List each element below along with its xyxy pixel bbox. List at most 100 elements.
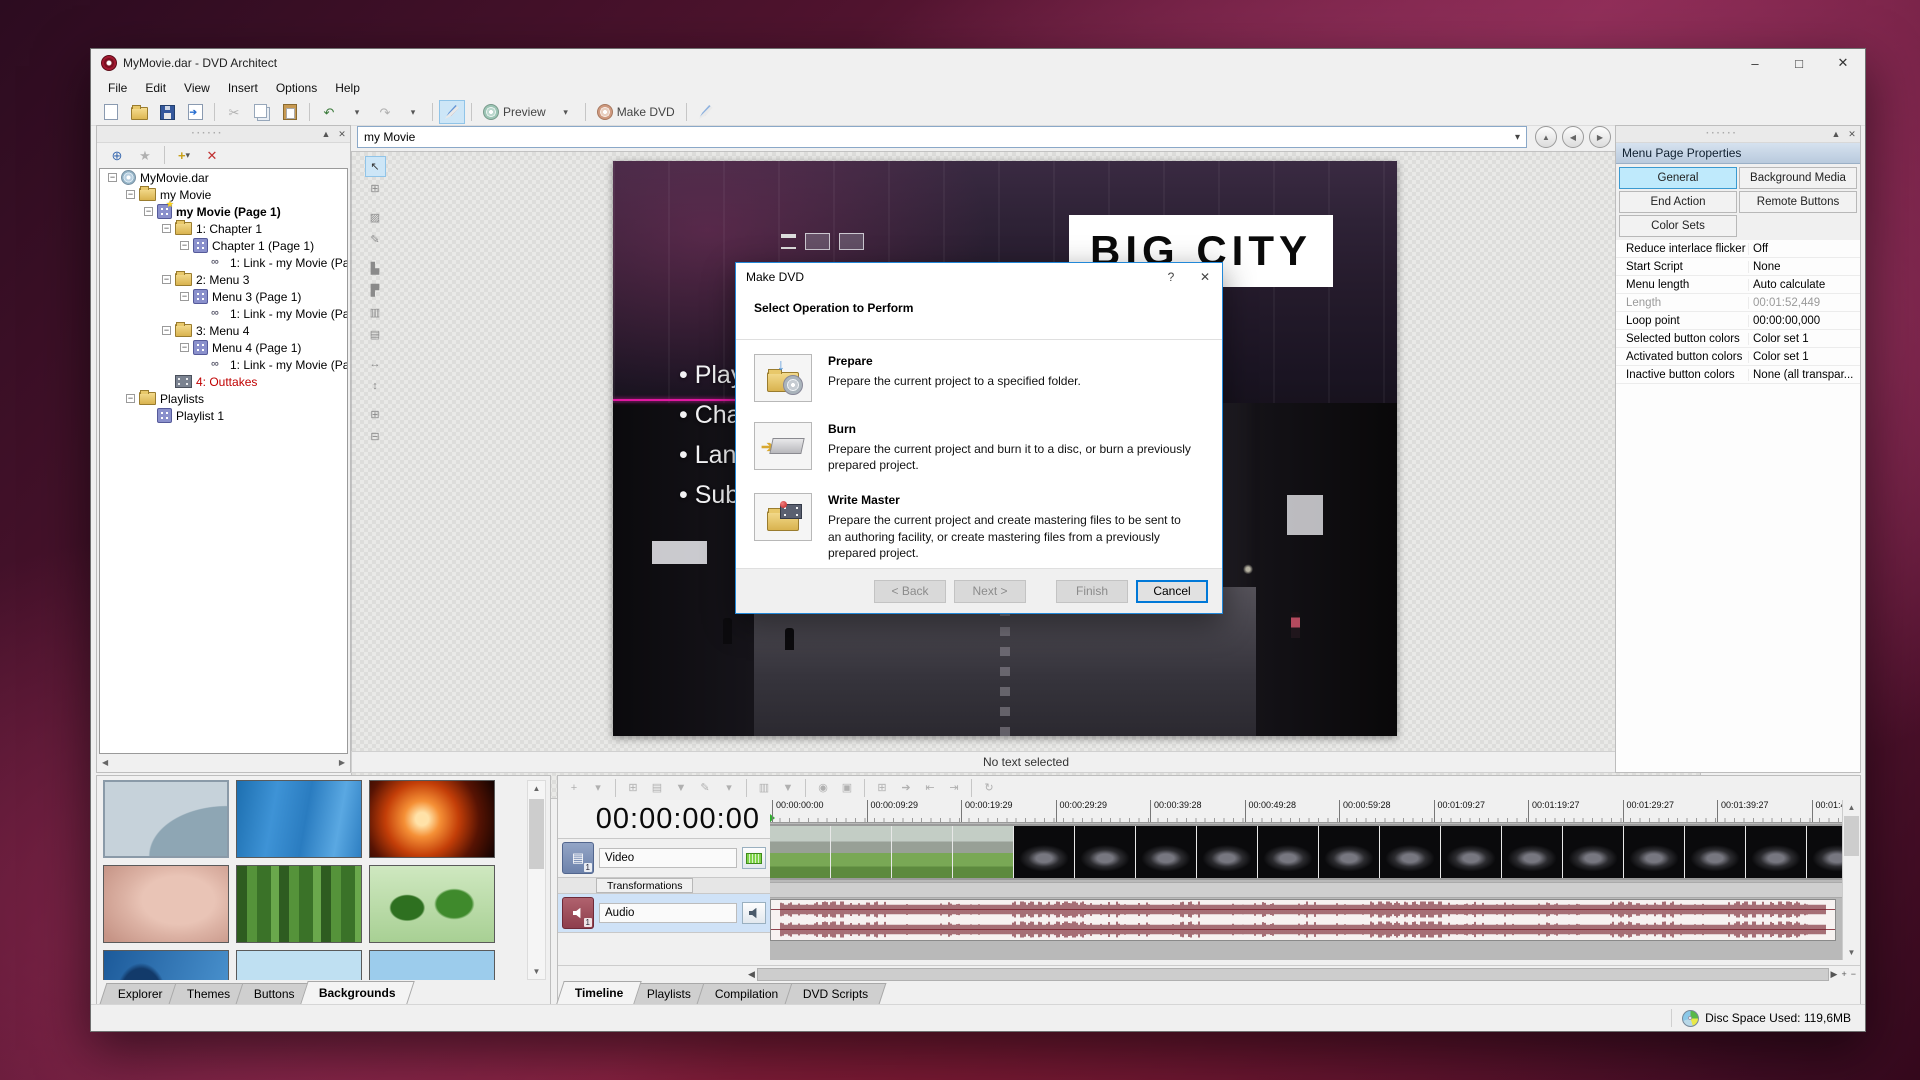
property-row[interactable]: Selected button colorsColor set 1 [1616, 330, 1860, 348]
audio-track-lane[interactable] [770, 898, 1842, 940]
pen-dropdown[interactable]: ▾ [718, 776, 740, 800]
tree-item[interactable]: −my Movie [100, 186, 347, 203]
tree-expander[interactable]: − [162, 275, 171, 284]
make-folder-button[interactable]: ▤ [646, 776, 668, 800]
undo-button[interactable]: ↶ [316, 100, 342, 124]
space-down-tool[interactable]: ⊟ [365, 426, 386, 447]
property-row[interactable]: Activated button colorsColor set 1 [1616, 348, 1860, 366]
properties-tab-remote-buttons[interactable]: Remote Buttons [1739, 191, 1857, 213]
snap-toggle[interactable]: ⊞ [622, 776, 644, 800]
tree-item[interactable]: −Chapter 1 (Page 1) [100, 237, 347, 254]
redo-button[interactable]: ↷ [372, 100, 398, 124]
video-track-button[interactable] [742, 847, 766, 869]
scroll-left-icon[interactable]: ◀ [748, 970, 755, 979]
audio-mute-button[interactable] [742, 902, 766, 924]
cancel-button[interactable]: Cancel [1136, 580, 1208, 603]
scroll-up-icon[interactable]: ▲ [528, 781, 545, 796]
scroll-right-icon[interactable]: ▶ [339, 758, 345, 767]
scrollbar-thumb[interactable] [1844, 816, 1859, 856]
capture-button[interactable]: ▣ [836, 776, 858, 800]
property-value[interactable]: None [1748, 261, 1860, 273]
pen-tool-button[interactable]: ✎ [694, 776, 716, 800]
background-thumbnail[interactable] [236, 865, 362, 943]
panel-grip[interactable]: ······ ▲ ✕ [1616, 126, 1860, 143]
properties-tab-background-media[interactable]: Background Media [1739, 167, 1857, 189]
panel-pin-button[interactable]: ▲ [318, 129, 334, 139]
tree-item[interactable]: Playlist 1 [100, 407, 347, 424]
undo-dropdown[interactable]: ▾ [344, 100, 370, 124]
panel-close-button[interactable]: ✕ [1844, 129, 1860, 140]
property-row[interactable]: Loop point00:00:00,000 [1616, 312, 1860, 330]
preview-dropdown[interactable]: ▾ [553, 100, 579, 124]
size-width-tool[interactable]: ↔ [365, 353, 386, 374]
cut-button[interactable]: ✂ [221, 100, 247, 124]
menu-button-text[interactable]: • Lan [679, 441, 743, 470]
property-row[interactable]: Start ScriptNone [1616, 258, 1860, 276]
properties-tab-general[interactable]: General [1619, 167, 1737, 189]
tree-expander[interactable]: − [108, 173, 117, 182]
scrollbar-thumb[interactable] [757, 968, 1829, 981]
tree-item[interactable]: −MyMovie.dar [100, 169, 347, 186]
add-media-dropdown[interactable]: ▾ [587, 776, 609, 800]
panel-pin-button[interactable]: ▲ [1828, 129, 1844, 139]
background-thumbnail[interactable] [103, 865, 229, 943]
align-left-tool[interactable]: ▙ [365, 258, 386, 279]
property-row[interactable]: Menu lengthAuto calculate [1616, 276, 1860, 294]
project-properties-button[interactable] [182, 100, 208, 124]
dialog-option-prepare[interactable]: ↓PreparePrepare the current project to a… [736, 340, 1222, 408]
space-across-tool[interactable]: ⊞ [365, 404, 386, 425]
tree-expander[interactable]: − [180, 292, 189, 301]
media-vertical-scrollbar[interactable]: ▲ ▼ [527, 780, 546, 980]
delete-item-button[interactable]: ✕ [199, 143, 225, 167]
refresh-button[interactable]: ↻ [978, 776, 1000, 800]
tree-item[interactable]: −Menu 4 (Page 1) [100, 339, 347, 356]
background-thumbnail[interactable] [103, 950, 229, 980]
property-row[interactable]: Reduce interlace flickerOff [1616, 240, 1860, 258]
video-track-header[interactable]: ▤1 Video [558, 839, 770, 878]
dialog-option-write-master[interactable]: Write MasterPrepare the current project … [736, 479, 1222, 567]
tree-item[interactable]: ∞1: Link - my Movie (Pag [100, 305, 347, 322]
maximize-button[interactable]: □ [1777, 49, 1821, 77]
scroll-down-icon[interactable]: ▼ [1843, 945, 1860, 960]
tree-item[interactable]: −Menu 3 (Page 1) [100, 288, 347, 305]
menu-item-view[interactable]: View [175, 79, 219, 97]
nav-back-button[interactable]: ◀ [1562, 126, 1584, 148]
add-media-button[interactable]: + [563, 776, 585, 800]
tree-expander[interactable]: − [144, 207, 153, 216]
selection-tool[interactable]: ↖ [365, 156, 386, 177]
tree-expander[interactable]: − [180, 343, 189, 352]
scroll-right-icon[interactable]: ▶ [1831, 970, 1838, 979]
property-value[interactable]: 00:00:00,000 [1748, 315, 1860, 327]
menu-item-help[interactable]: Help [326, 79, 369, 97]
tree-item[interactable]: ∞1: Link - my Movie (Pag [100, 356, 347, 373]
align-center-v-tool[interactable]: ▤ [365, 324, 386, 345]
nav-forward-button[interactable]: ▶ [1589, 126, 1611, 148]
property-value[interactable]: Color set 1 [1748, 333, 1860, 345]
tree-item[interactable]: −Playlists [100, 390, 347, 407]
properties-tab-color-sets[interactable]: Color Sets [1619, 215, 1737, 237]
video-track-name[interactable]: Video [599, 848, 737, 868]
tree-item[interactable]: ∞1: Link - my Movie (Pag [100, 254, 347, 271]
tree-item[interactable]: −1: Chapter 1 [100, 220, 347, 237]
tree-expander[interactable]: − [126, 190, 135, 199]
selection-edit-toggle[interactable] [439, 100, 465, 124]
zoom-in-button[interactable]: + [1837, 970, 1850, 979]
menu-item-insert[interactable]: Insert [219, 79, 267, 97]
timeline-ruler[interactable]: 00:00:00:0000:00:09:2900:00:19:2900:00:2… [770, 800, 1842, 823]
timeline-horizontal-scrollbar[interactable]: ◀ ▶ + − [558, 965, 1860, 982]
menu-item-options[interactable]: Options [267, 79, 326, 97]
nav-up-button[interactable]: ▲ [1535, 126, 1557, 148]
menu-item-edit[interactable]: Edit [136, 79, 175, 97]
save-media-button[interactable]: ▼ [777, 776, 799, 800]
redo-dropdown[interactable]: ▾ [400, 100, 426, 124]
grid-tool[interactable]: ⊞ [365, 178, 386, 199]
tree-item[interactable]: −2: Menu 3 [100, 271, 347, 288]
timeline-vertical-scrollbar[interactable]: ▲ ▼ [1842, 800, 1860, 960]
import-button[interactable]: ➔ [895, 776, 917, 800]
menu-button-text[interactable]: • Play [679, 361, 743, 390]
next-button[interactable]: Next > [954, 580, 1026, 603]
tree-item[interactable]: −my Movie (Page 1) [100, 203, 347, 220]
set-out-button[interactable]: ⇥ [943, 776, 965, 800]
video-clip[interactable] [770, 826, 1842, 878]
tree-expander[interactable]: − [180, 241, 189, 250]
